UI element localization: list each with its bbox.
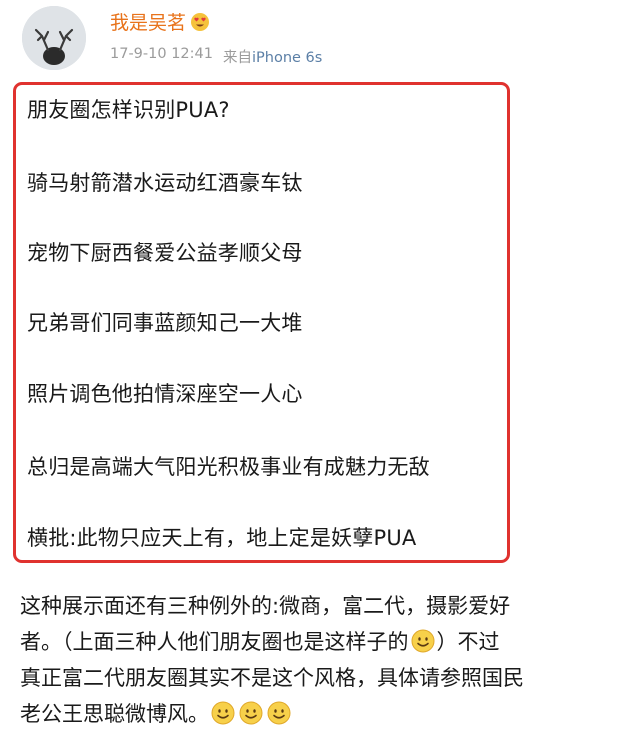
comment-line: 老公王思聪微博风。 [20,696,630,732]
antler-avatar-icon [22,6,86,70]
username[interactable]: 我是吴茗 [110,8,210,35]
post-line: 总归是高端大气阳光积极事业有成魅力无敌 [27,455,430,479]
post-line: 照片调色他拍情深座空一人心 [27,382,303,406]
post-meta: 17-9-10 12:41 来自iPhone 6s [110,46,322,67]
post-line: 宠物下厨西餐爱公益孝顺父母 [27,241,303,265]
comment-line-part: 老公王思聪微博风。 [20,702,209,726]
comment-line-part: 者。（上面三种人他们朋友圈也是这样子的 [20,630,409,654]
comment-line-part: ）不过 [436,630,500,654]
smile-emoji-icon [239,701,263,725]
comment-text: 这种展示面还有三种例外的:微商，富二代，摄影爱好 者。（上面三种人他们朋友圈也是… [20,588,630,732]
post-line: 骑马射箭潜水运动红酒豪车钛 [27,171,303,195]
post-line-title: 朋友圈怎样识别PUA? [27,98,230,122]
source-prefix: 来自 [223,50,252,66]
smile-emoji-icon [411,629,434,653]
post-line-summary: 横批:此物只应天上有，地上定是妖孽PUA [27,526,417,550]
avatar[interactable] [22,6,86,70]
highlighted-post-content: 朋友圈怎样识别PUA? 骑马射箭潜水运动红酒豪车钛 宠物下厨西餐爱公益孝顺父母 … [13,82,510,563]
source-device[interactable]: iPhone 6s [252,50,322,66]
comment-line: 这种展示面还有三种例外的:微商，富二代，摄影爱好 [20,594,511,618]
timestamp: 17-9-10 12:41 [110,46,213,62]
smile-emoji-icon [267,701,291,725]
post-header: 我是吴茗 17-9-10 12:41 来自iPhone 6s [0,0,640,80]
username-text[interactable]: 我是吴茗 [110,8,186,35]
post-source: 来自iPhone 6s [223,46,322,67]
heart-eyes-emoji-icon [191,12,210,31]
post-line: 兄弟哥们同事蓝颜知己一大堆 [27,311,303,335]
smile-emoji-icon [211,701,235,725]
comment-line: 真正富二代朋友圈其实不是这个风格，具体请参照国民 [20,666,524,690]
comment-line: 者。（上面三种人他们朋友圈也是这样子的 ）不过 [20,624,630,660]
